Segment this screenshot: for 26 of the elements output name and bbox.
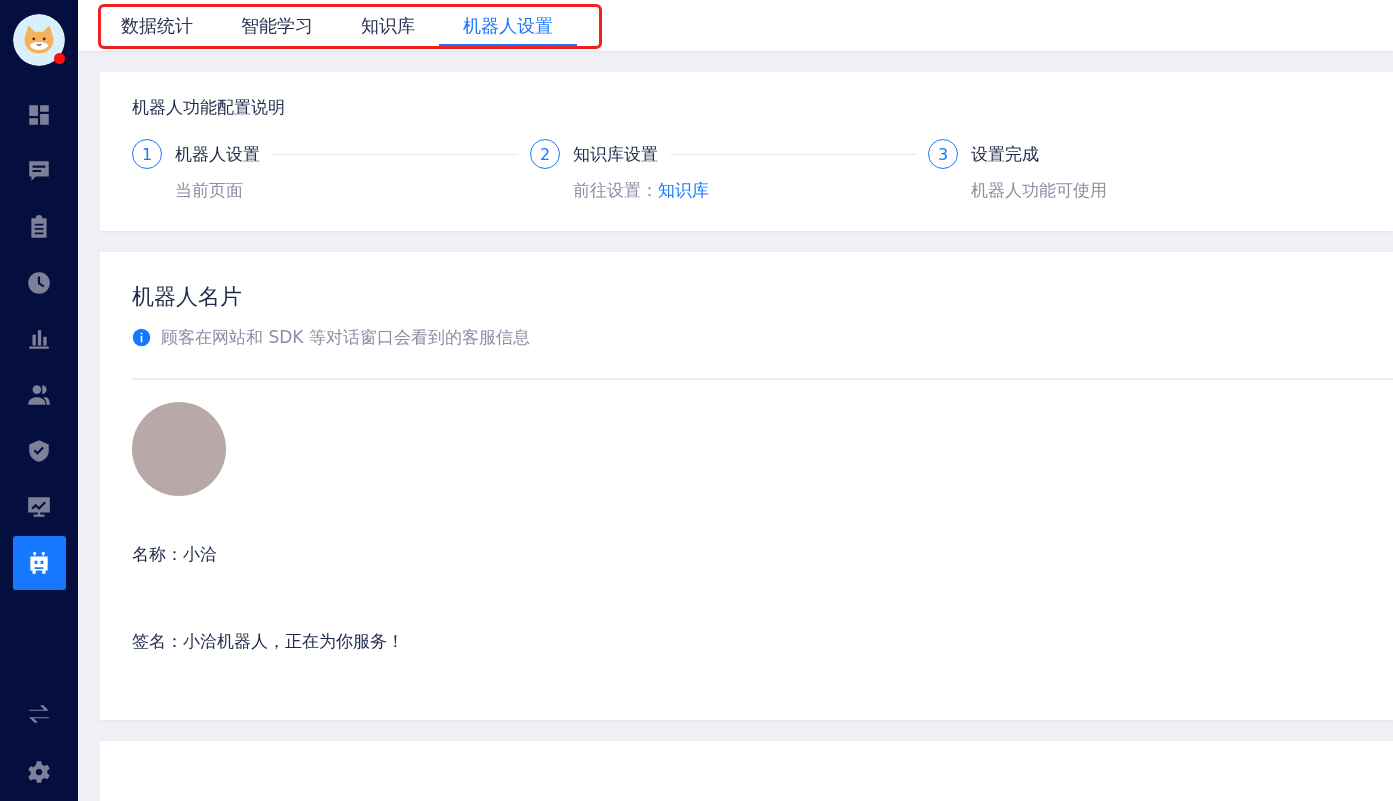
dashboard-icon [26,102,52,128]
monitor-icon [26,494,52,520]
step-title: 知识库设置 [573,142,658,166]
robot-name: 名称：小洽 [132,543,218,566]
users-icon [26,382,52,408]
tab[interactable]: 智能学习 [217,7,337,46]
card-title: 机器人名片 [132,283,243,311]
shield-icon [26,438,52,464]
step-title: 设置完成 [971,142,1039,166]
info-icon [132,328,151,347]
info-text: 顾客在网站和 SDK 等对话窗口会看到的客服信息 [161,326,530,349]
robot-signature: 签名：小洽机器人，正在为你服务！ [132,630,405,653]
knowledge-base-link[interactable]: 知识库 [658,180,709,200]
guide-title: 机器人功能配置说明 [132,96,286,119]
step-title: 机器人设置 [175,142,260,166]
tab[interactable]: 知识库 [337,7,439,46]
step-description: 当前页面 [175,180,243,200]
tab[interactable]: 数据统计 [121,7,217,46]
nav-item[interactable] [12,536,66,590]
step-description: 机器人功能可使用 [971,180,1107,200]
dog-avatar-drawing[interactable] [13,14,65,66]
tab[interactable]: 机器人设置 [439,7,577,46]
clock-icon [26,270,52,296]
chat-icon [26,158,52,184]
step-description: 前往设置： [573,180,658,200]
settings-icon[interactable] [26,759,52,785]
